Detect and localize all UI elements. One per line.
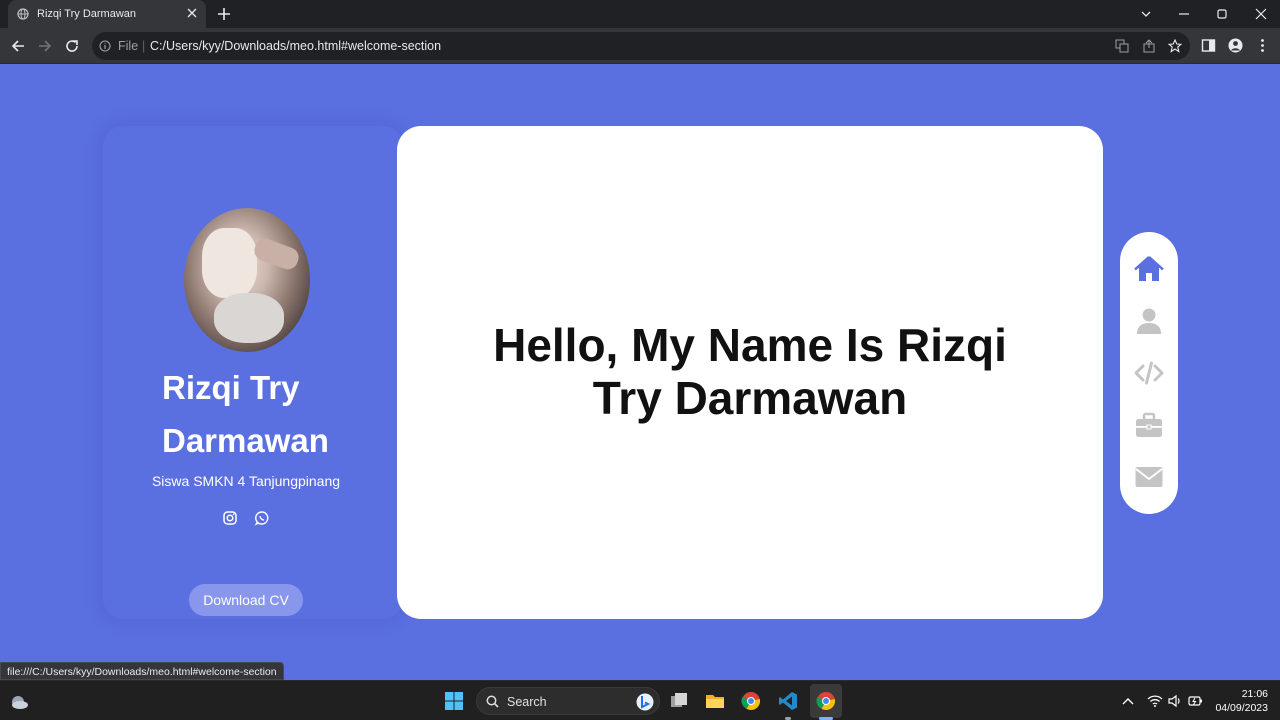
clock-date: 04/09/2023 — [1215, 702, 1268, 714]
taskbar-search[interactable]: Search — [476, 687, 660, 715]
clock-time: 21:06 — [1241, 688, 1268, 700]
weather-icon[interactable] — [9, 691, 29, 711]
file-explorer-icon[interactable] — [705, 691, 725, 711]
tab-search-icon[interactable] — [1138, 6, 1154, 22]
wifi-icon[interactable] — [1147, 691, 1163, 711]
chevron-up-icon[interactable] — [1121, 691, 1135, 711]
system-clock[interactable]: 21:06 04/09/2023 — [1208, 687, 1268, 715]
tab-title: Rizqi Try Darmawan — [37, 8, 137, 20]
task-view-icon[interactable] — [669, 691, 689, 711]
close-window-icon[interactable] — [1253, 6, 1269, 22]
avatar — [184, 208, 310, 352]
side-panel-icon[interactable] — [1201, 38, 1216, 53]
welcome-heading: Hello, My Name Is Rizqi Try Darmawan — [493, 319, 1007, 424]
scheme-separator: | — [142, 39, 146, 53]
home-icon[interactable] — [1134, 254, 1164, 284]
globe-icon — [17, 8, 29, 20]
code-icon[interactable] — [1134, 358, 1164, 388]
browser-tab[interactable]: Rizqi Try Darmawan — [8, 0, 206, 28]
search-icon — [486, 695, 499, 708]
address-bar[interactable]: File | C:/Users/kyy/Downloads/meo.html#w… — [92, 32, 1190, 60]
vscode-icon[interactable] — [778, 691, 798, 711]
profile-icon[interactable] — [1228, 38, 1243, 53]
menu-dots-icon[interactable] — [1255, 38, 1270, 53]
bing-icon[interactable] — [636, 693, 654, 711]
close-tab-icon[interactable] — [186, 7, 198, 19]
bookmark-star-icon[interactable] — [1168, 39, 1182, 53]
new-tab-icon[interactable] — [216, 6, 232, 22]
translate-icon[interactable] — [1115, 39, 1129, 53]
volume-icon[interactable] — [1167, 691, 1183, 711]
taskbar-search-label: Search — [507, 695, 547, 709]
profile-subtitle: Siswa SMKN 4 Tanjungpinang — [151, 473, 341, 489]
whatsapp-icon[interactable] — [254, 510, 270, 526]
info-icon[interactable] — [99, 40, 111, 52]
chrome-active-icon[interactable] — [816, 691, 836, 711]
download-cv-button[interactable]: Download CV — [189, 584, 303, 616]
user-icon[interactable] — [1134, 306, 1164, 336]
minimize-icon[interactable] — [1176, 6, 1192, 22]
forward-icon[interactable] — [36, 37, 54, 55]
welcome-section: Hello, My Name Is Rizqi Try Darmawan — [397, 126, 1103, 619]
restore-icon[interactable] — [1214, 6, 1230, 22]
back-icon[interactable] — [9, 37, 27, 55]
profile-name: Rizqi Try Darmawan — [162, 369, 329, 459]
profile-card: Rizqi Try Darmawan Siswa SMKN 4 Tanjungp… — [103, 126, 403, 619]
file-scheme-label: File — [118, 39, 139, 53]
instagram-icon[interactable] — [222, 510, 238, 526]
tab-strip: Rizqi Try Darmawan — [0, 0, 1280, 28]
share-icon[interactable] — [1142, 39, 1156, 53]
browser-toolbar: File | C:/Users/kyy/Downloads/meo.html#w… — [0, 28, 1280, 64]
briefcase-icon[interactable] — [1134, 410, 1164, 440]
taskbar: Search 21:06 04/09/2023 — [0, 680, 1280, 720]
chrome-icon[interactable] — [741, 691, 761, 711]
envelope-icon[interactable] — [1134, 462, 1164, 492]
url-text[interactable]: C:/Users/kyy/Downloads/meo.html#welcome-… — [150, 39, 441, 53]
battery-icon[interactable] — [1187, 691, 1203, 711]
side-navigation — [1120, 232, 1178, 514]
status-bar-url: file:///C:/Users/kyy/Downloads/meo.html#… — [0, 662, 284, 680]
windows-start-icon[interactable] — [444, 691, 464, 711]
reload-icon[interactable] — [63, 37, 81, 55]
